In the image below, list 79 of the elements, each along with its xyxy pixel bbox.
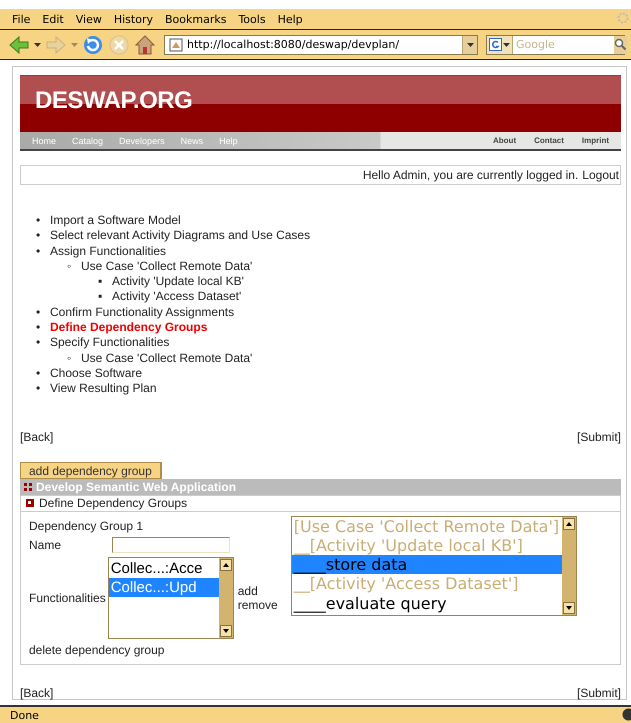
list-bullet: • — [36, 304, 42, 320]
scroll-down-icon[interactable] — [220, 624, 232, 637]
delete-group-link[interactable]: delete dependency group — [29, 642, 278, 657]
step-item: Choose Software — [50, 366, 142, 382]
menu-item[interactable]: Bookmarks — [164, 12, 226, 26]
step-item: Select relevant Activity Diagrams and Use Cases — [50, 228, 310, 244]
page-icon — [169, 38, 183, 52]
list-option[interactable]: Collec...:Acce — [108, 558, 219, 578]
section-title: Define Dependency Groups — [39, 496, 188, 510]
step-item: Use Case 'Collect Remote Data' — [81, 350, 252, 366]
nav-link[interactable]: Imprint — [582, 136, 609, 145]
list-bullet: • — [36, 244, 42, 259]
nav-link[interactable]: Contact — [534, 136, 564, 145]
dropdown-caret-icon[interactable] — [466, 42, 474, 48]
address-bar[interactable]: http://localhost:8080/deswap/devplan/ — [164, 34, 478, 54]
throbber-icon — [617, 12, 629, 24]
grid-icon — [24, 482, 32, 491]
back-link[interactable]: [Back] — [20, 430, 54, 444]
functionality-tree-list[interactable]: [Use Case 'Collect Remote Data'] __[Activity 'Update local KB'] ____store data __[Activity 'Access Dataset'] ____evaluate query — [290, 516, 577, 616]
reload-icon[interactable] — [82, 34, 104, 56]
group-heading: Dependency Group 1 — [29, 518, 144, 533]
caret-icon[interactable] — [34, 42, 41, 48]
list-bullet: • — [36, 366, 42, 382]
search-icon[interactable] — [614, 38, 627, 51]
list-bullet: • — [36, 228, 42, 244]
name-field[interactable] — [112, 536, 230, 553]
menu-item[interactable]: View — [76, 12, 102, 26]
submit-link[interactable]: [Submit] — [576, 686, 621, 700]
step-item: Assign Functionalities — [50, 244, 166, 259]
scrollbar[interactable] — [562, 516, 576, 615]
list-bullet: • — [36, 213, 42, 228]
step-item: Use Case 'Collect Remote Data' — [81, 258, 252, 274]
menu-item[interactable]: File — [12, 12, 30, 26]
back-arrow-icon[interactable] — [8, 34, 30, 56]
square-icon — [26, 499, 34, 508]
panel-title: Develop Semantic Web Application — [36, 480, 236, 494]
list-bullet: ▪ — [98, 274, 104, 290]
functionalities-list[interactable]: Collec...:Acce Collec...:Upd — [108, 556, 234, 639]
back-link[interactable]: [Back] — [20, 686, 54, 700]
list-option[interactable]: ____evaluate query — [292, 594, 562, 614]
scroll-up-icon[interactable] — [220, 558, 232, 571]
step-item: Import a Software Model — [50, 213, 181, 228]
step-item: View Resulting Plan — [50, 381, 157, 397]
step-item: Specify Functionalities — [50, 335, 170, 351]
menu-item[interactable]: Tools — [238, 12, 266, 26]
step-item: Activity 'Access Dataset' — [112, 289, 242, 305]
login-message: Hello Admin, you are currently logged in. — [362, 168, 578, 182]
list-bullet: • — [36, 381, 42, 397]
add-link[interactable]: add — [238, 584, 278, 598]
list-bullet: • — [36, 320, 42, 336]
menu-item[interactable]: History — [114, 12, 153, 26]
functionalities-label: Functionalities — [29, 590, 106, 605]
add-group-button[interactable]: add dependency group — [20, 462, 162, 479]
step-item: Define Dependency Groups — [50, 320, 208, 336]
list-bullet: • — [36, 335, 42, 351]
list-option[interactable]: ____store data — [292, 555, 562, 574]
search-engine-icon[interactable] — [489, 38, 502, 51]
site-logo[interactable]: DESWAP.ORG — [35, 87, 192, 115]
name-label: Name — [29, 538, 62, 552]
caret-icon[interactable] — [503, 42, 510, 48]
scroll-up-icon[interactable] — [562, 518, 575, 530]
scroll-down-icon[interactable] — [562, 602, 575, 614]
list-option[interactable]: Collec...:Upd — [108, 578, 219, 597]
search-input[interactable]: Google — [513, 38, 614, 51]
nav-link[interactable]: About — [493, 136, 516, 145]
scrollbar[interactable] — [218, 558, 233, 638]
step-item: Activity 'Update local KB' — [112, 274, 244, 290]
list-bullet: ◦ — [67, 258, 72, 274]
list-bullet: ▪ — [98, 289, 104, 305]
list-bullet: ◦ — [67, 350, 72, 366]
menu-item[interactable]: Help — [278, 12, 303, 26]
status-text: Done — [10, 708, 39, 722]
home-icon[interactable] — [134, 34, 156, 56]
search-field[interactable]: Google — [486, 34, 625, 54]
step-item: Confirm Functionality Assignments — [50, 304, 234, 320]
submit-link[interactable]: [Submit] — [576, 430, 621, 444]
remove-link[interactable]: remove — [238, 598, 278, 612]
menu-item[interactable]: Edit — [42, 12, 64, 26]
logout-link[interactable]: Logout — [582, 168, 619, 182]
